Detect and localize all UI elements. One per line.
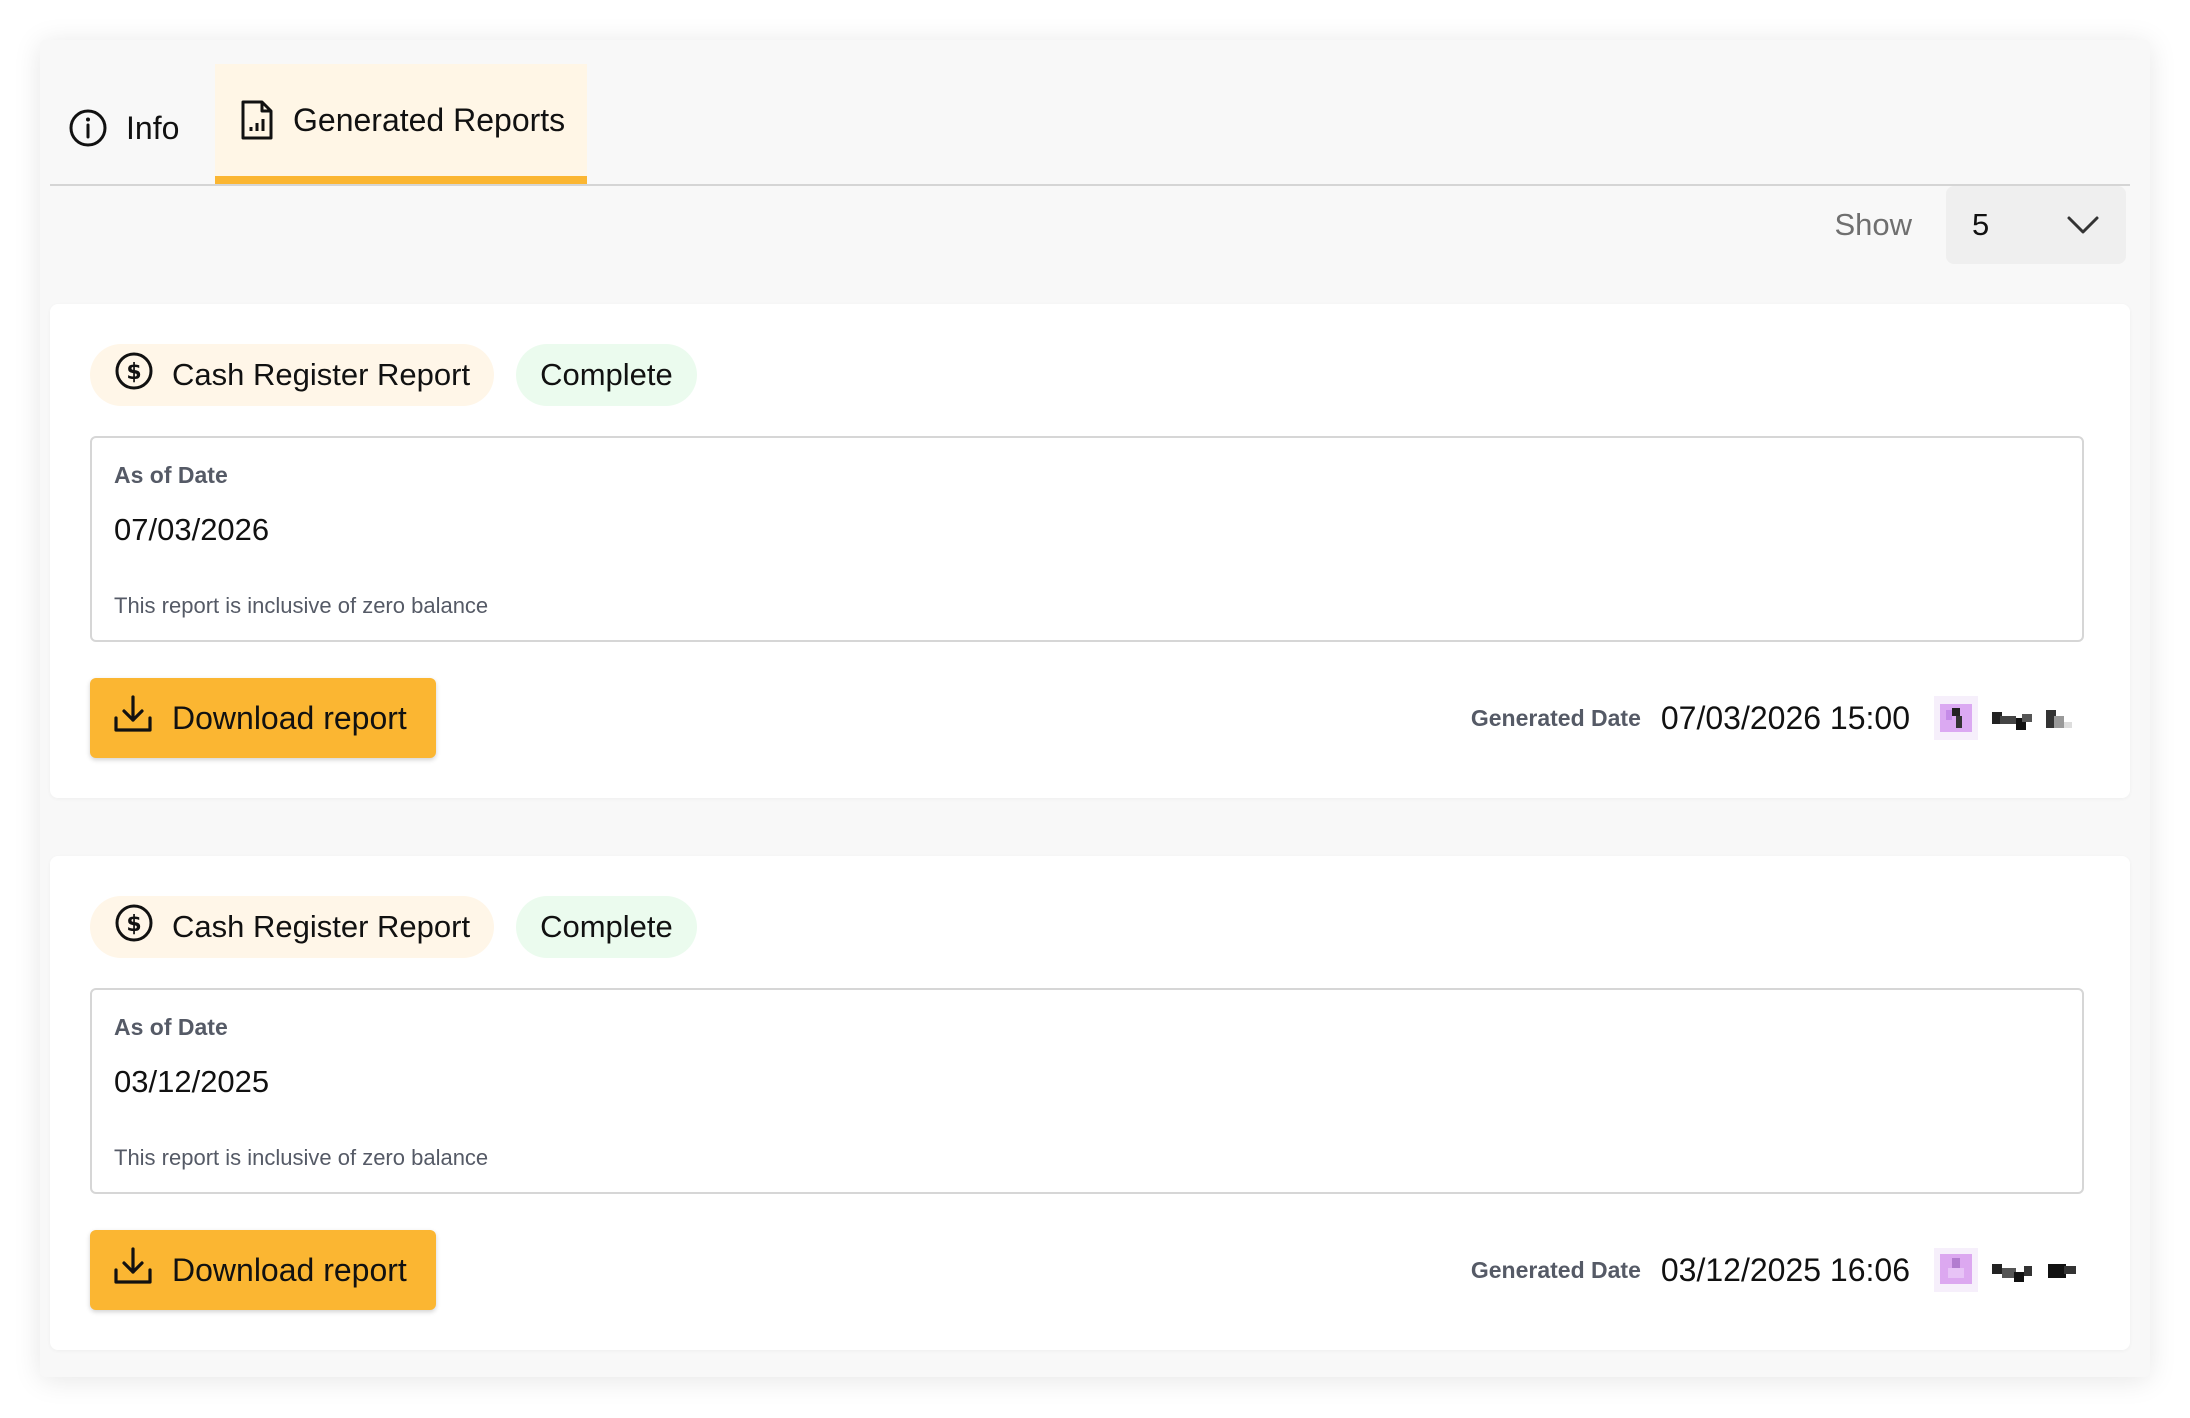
status-label: Complete (540, 909, 673, 944)
download-report-button[interactable]: Download report (90, 678, 436, 758)
dollar-circle-icon: $ (114, 351, 154, 399)
show-label: Show (1834, 207, 1912, 242)
status-label: Complete (540, 357, 673, 392)
page-size-value: 5 (1972, 207, 1990, 242)
page-size-select[interactable]: 5 (1946, 186, 2126, 264)
svg-text:$: $ (126, 912, 141, 937)
as-of-date-label: As of Date (114, 462, 228, 488)
as-of-date-value: 07/03/2026 (114, 512, 270, 547)
svg-text:$: $ (126, 360, 141, 385)
download-button-label: Download report (172, 699, 407, 736)
status-badge: Complete (516, 344, 697, 406)
redacted-user (1934, 1248, 2092, 1292)
generated-date-label: Generated Date (1470, 1256, 1641, 1283)
report-card: $ Cash Register Report Complete As of Da… (50, 856, 2130, 1350)
report-details: As of Date 03/12/2025 This report is inc… (90, 988, 2084, 1194)
redacted-user (1934, 696, 2092, 740)
download-button-label: Download report (172, 1251, 407, 1288)
download-icon (112, 693, 154, 743)
reports-panel: Info Generated Reports Show 5 $ Cash Reg… (40, 40, 2150, 1377)
tab-info-label: Info (126, 109, 180, 146)
generated-info: Generated Date 03/12/2025 16:06 (1471, 1230, 2092, 1310)
as-of-date-label: As of Date (114, 1014, 228, 1040)
zero-balance-note: This report is inclusive of zero balance (114, 1145, 489, 1170)
report-details: As of Date 07/03/2026 This report is inc… (90, 436, 2084, 642)
info-circle-icon (68, 108, 108, 148)
page-size-control: Show 5 (1834, 186, 2126, 264)
redacted-user-name (1992, 710, 2072, 730)
tab-bar: Info Generated Reports (50, 64, 2130, 186)
report-badges: $ Cash Register Report Complete (90, 896, 697, 958)
generated-info: Generated Date 07/03/2026 15:00 (1471, 678, 2092, 758)
chevron-down-icon (2066, 207, 2100, 243)
redacted-user-name (1992, 1264, 2076, 1282)
avatar (1934, 1248, 1978, 1292)
report-type-label: Cash Register Report (172, 357, 471, 392)
report-badges: $ Cash Register Report Complete (90, 344, 697, 406)
dollar-circle-icon: $ (114, 903, 154, 951)
as-of-date-value: 03/12/2025 (114, 1064, 270, 1099)
tab-generated-reports[interactable]: Generated Reports (215, 64, 587, 184)
report-type-badge: $ Cash Register Report (90, 344, 495, 406)
generated-date-value: 07/03/2026 15:00 (1660, 699, 1910, 736)
report-type-label: Cash Register Report (172, 909, 471, 944)
report-document-icon (239, 99, 275, 141)
avatar (1934, 696, 1978, 740)
download-icon (112, 1245, 154, 1295)
generated-date-label: Generated Date (1470, 704, 1641, 731)
report-card: $ Cash Register Report Complete As of Da… (50, 304, 2130, 798)
download-report-button[interactable]: Download report (90, 1230, 436, 1310)
status-badge: Complete (516, 896, 697, 958)
tab-generated-reports-label: Generated Reports (293, 101, 566, 138)
generated-date-value: 03/12/2025 16:06 (1660, 1251, 1910, 1288)
report-type-badge: $ Cash Register Report (90, 896, 495, 958)
zero-balance-note: This report is inclusive of zero balance (114, 593, 489, 618)
tab-info[interactable]: Info (68, 64, 179, 184)
